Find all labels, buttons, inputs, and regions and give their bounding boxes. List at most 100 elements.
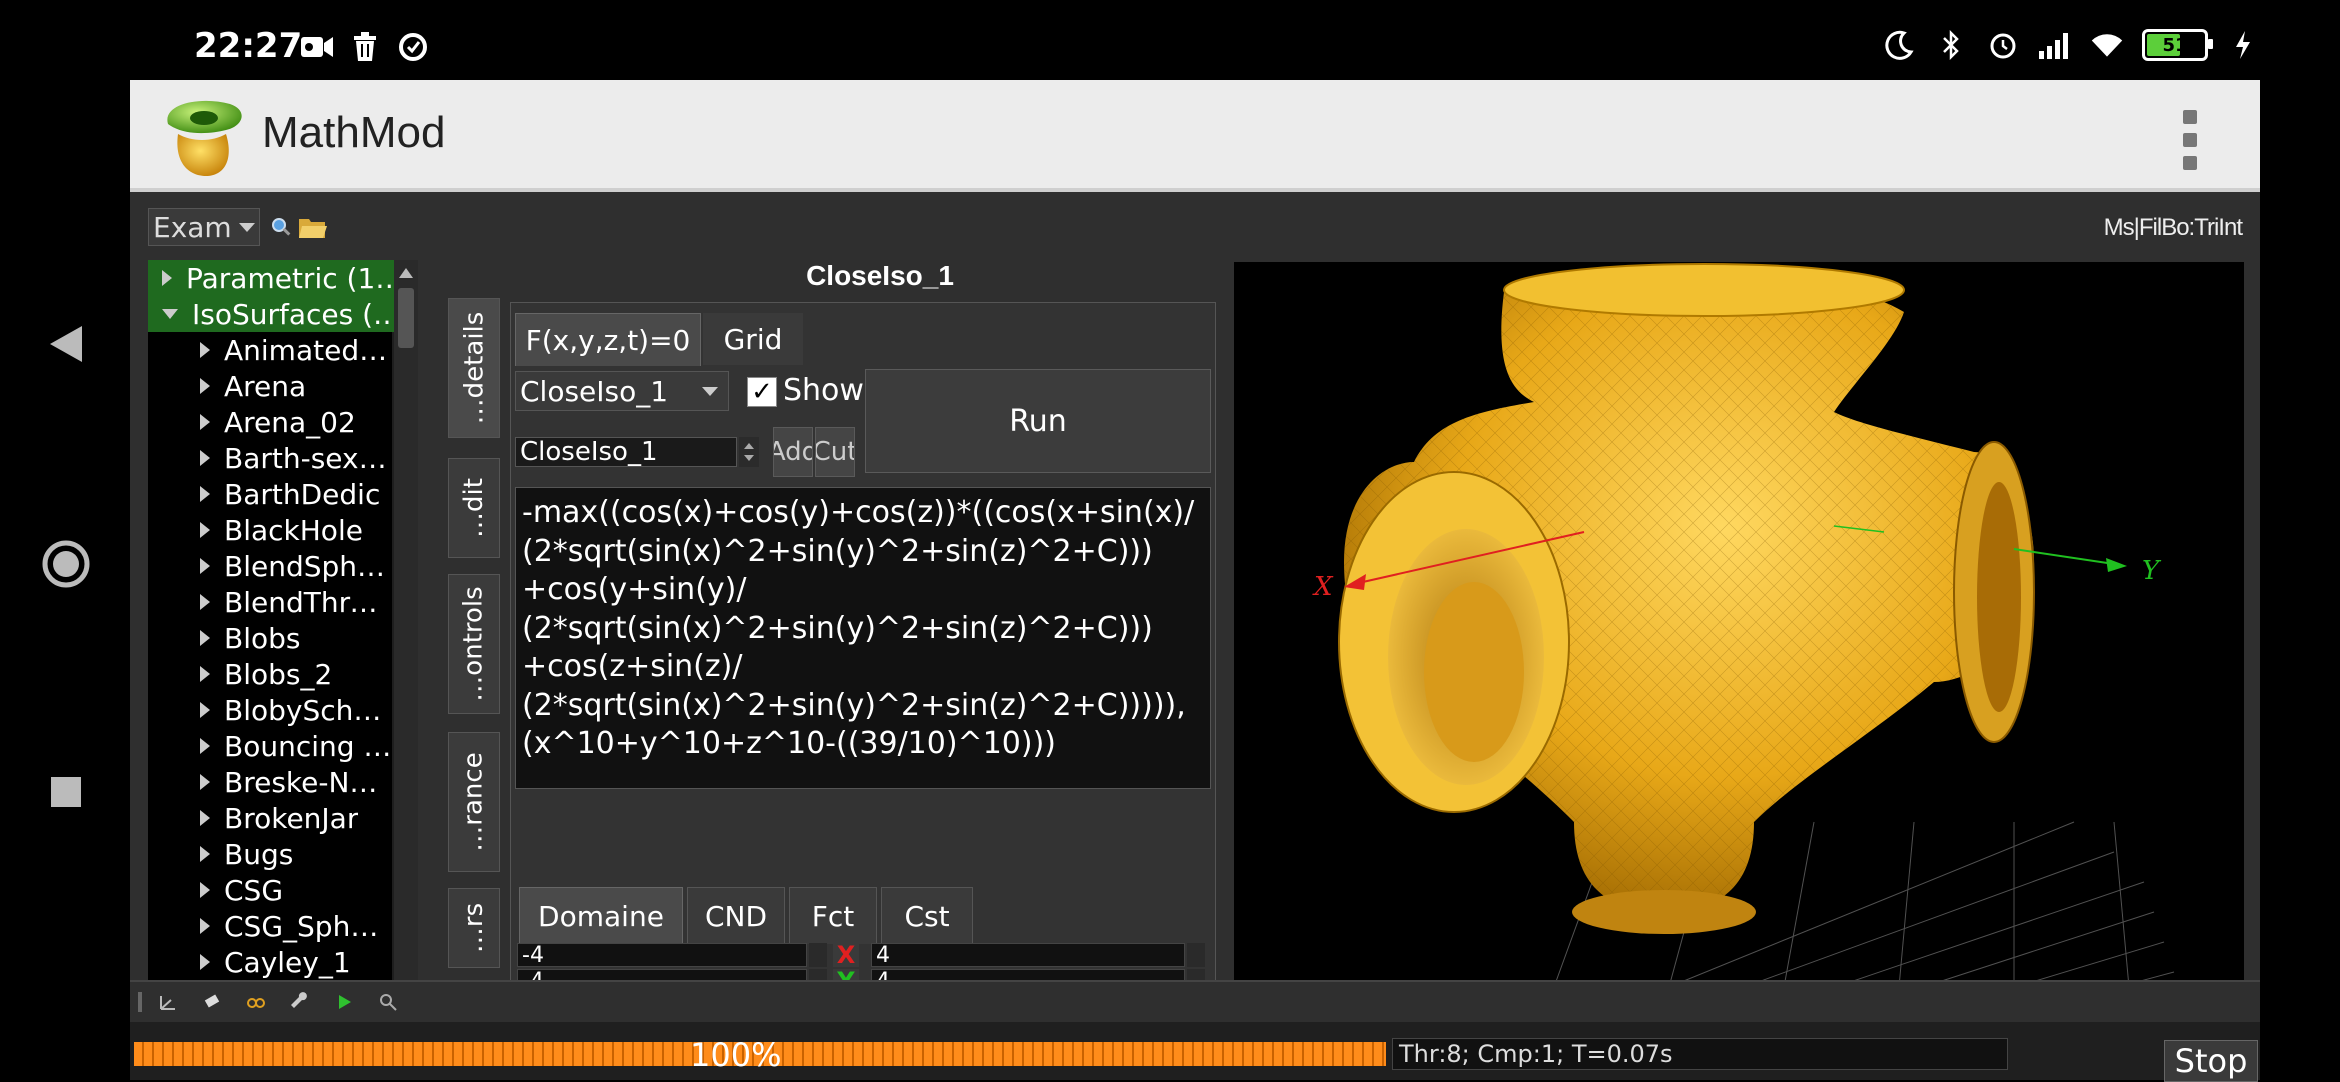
tab-cnd[interactable]: CND — [687, 887, 785, 944]
overflow-menu-icon[interactable] — [2180, 110, 2200, 170]
tree-item[interactable]: Bugs — [148, 836, 392, 872]
chevron-right-icon[interactable] — [200, 378, 210, 394]
chevron-right-icon[interactable] — [200, 738, 210, 754]
domain-row: -4 X 4 — [517, 943, 1211, 968]
tree-category[interactable]: Parametric (1… — [148, 260, 418, 296]
tree-item-label: Blobs — [224, 621, 301, 655]
tree-item-label: Barth-sextic — [224, 441, 392, 475]
tree-item[interactable]: Barth-sextic — [148, 440, 392, 476]
chevron-right-icon[interactable] — [200, 774, 210, 790]
formula-editor[interactable]: -max((cos(x)+cos(y)+cos(z))*((cos(x+sin(… — [515, 487, 1211, 789]
title-bar: MathMod — [130, 80, 2260, 192]
eraser-icon[interactable] — [202, 992, 222, 1012]
axis-tool-icon[interactable] — [158, 992, 178, 1012]
tab-isosurface-equation[interactable]: F(x,y,z,t)=0 — [515, 313, 701, 366]
tree-item[interactable]: Arena_02 — [148, 404, 392, 440]
chevron-down-icon — [702, 387, 718, 396]
domain-min-input[interactable]: -4 — [517, 943, 807, 968]
tree-item-label: CSG — [224, 873, 284, 907]
domain-max-stepper[interactable] — [1187, 943, 1205, 967]
recents-icon[interactable] — [38, 764, 94, 820]
back-icon[interactable] — [38, 316, 94, 372]
chevron-right-icon[interactable] — [200, 414, 210, 430]
chevron-right-icon[interactable] — [200, 810, 210, 826]
editor-panel: F(x,y,z,t)=0 Grid CloseIso_1 ✓ Show Run … — [510, 302, 1216, 1042]
signal-icon — [2038, 28, 2072, 62]
tab-others[interactable]: …rs — [448, 888, 500, 968]
zoom-icon[interactable] — [378, 992, 398, 1012]
tree-item[interactable]: CSG_Sphe… — [148, 908, 392, 944]
tab-edit[interactable]: …dit — [448, 458, 500, 558]
chevron-right-icon[interactable] — [200, 594, 210, 610]
tree-item[interactable]: Animated … — [148, 332, 392, 368]
chevron-right-icon[interactable] — [200, 702, 210, 718]
tab-details[interactable]: …details — [448, 298, 500, 438]
mathmod-logo-icon — [160, 94, 244, 178]
app-window: MathMod Exam| Ms|FilBo:TriInt Parametric… — [130, 80, 2260, 1082]
cut-button[interactable]: Cut — [815, 427, 855, 477]
chevron-right-icon[interactable] — [200, 342, 210, 358]
app-title: MathMod — [262, 108, 446, 157]
tree-item[interactable]: BlendThre… — [148, 584, 392, 620]
tree-item[interactable]: CSG — [148, 872, 392, 908]
progress-label: 100% — [690, 1036, 782, 1074]
tree-category[interactable]: IsoSurfaces (… — [148, 296, 418, 332]
tree-item[interactable]: BlobySch… — [148, 692, 392, 728]
tree-item[interactable]: Cayley_1 — [148, 944, 392, 980]
bluetooth-icon — [1934, 28, 1968, 62]
tree-item[interactable]: BlackHole — [148, 512, 392, 548]
show-label: Show — [783, 373, 864, 408]
add-button[interactable]: Add — [773, 427, 813, 477]
home-icon[interactable] — [38, 536, 94, 592]
chevron-right-icon[interactable] — [200, 450, 210, 466]
tree-item-label: Blobs_2 — [224, 657, 333, 691]
tab-domaine[interactable]: Domaine — [519, 887, 683, 944]
tree-item[interactable]: Breske-No… — [148, 764, 392, 800]
name-field[interactable]: CloseIso_1 — [515, 437, 737, 467]
tree-item[interactable]: BrokenJar — [148, 800, 392, 836]
chevron-right-icon[interactable] — [200, 486, 210, 502]
tree-item-label: BlendThre… — [224, 585, 392, 619]
tab-fct[interactable]: Fct — [789, 887, 877, 944]
chevron-right-icon[interactable] — [200, 558, 210, 574]
tree-item[interactable]: Blobs — [148, 620, 392, 656]
chevron-right-icon[interactable] — [200, 666, 210, 682]
tree-category-label: IsoSurfaces (… — [192, 297, 402, 331]
tab-grid[interactable]: Grid — [703, 313, 803, 365]
tab-controls[interactable]: …ontrols — [448, 574, 500, 714]
run-button[interactable]: Run — [865, 369, 1211, 473]
tab-appearance[interactable]: …rance — [448, 732, 500, 872]
chevron-right-icon[interactable] — [162, 270, 172, 286]
examples-select[interactable]: Exam| — [148, 208, 260, 246]
scroll-thumb[interactable] — [398, 288, 414, 348]
chevron-right-icon[interactable] — [200, 522, 210, 538]
chevron-right-icon[interactable] — [200, 846, 210, 862]
chevron-right-icon[interactable] — [200, 882, 210, 898]
domain-max-input[interactable]: 4 — [871, 943, 1185, 968]
progress-row: 100% Thr:8; Cmp:1; T=0.07s Stop — [130, 1022, 2260, 1082]
tree-item[interactable]: Bouncing … — [148, 728, 392, 764]
view-options-label[interactable]: Ms|FilBo:TriInt — [2104, 214, 2243, 242]
tree-item[interactable]: BarthDedic — [148, 476, 392, 512]
tree-item[interactable]: BlendSph… — [148, 548, 392, 584]
tab-cst[interactable]: Cst — [881, 887, 973, 944]
isosurface-select[interactable]: CloseIso_1 — [515, 371, 729, 411]
folder-open-icon[interactable] — [298, 214, 328, 240]
3d-viewport[interactable]: X Y — [1234, 262, 2244, 1044]
glasses-icon[interactable] — [246, 992, 266, 1012]
chevron-right-icon[interactable] — [200, 918, 210, 934]
name-stepper[interactable] — [739, 437, 759, 467]
chevron-right-icon[interactable] — [200, 630, 210, 646]
scroll-up-icon[interactable] — [399, 268, 413, 278]
play-icon[interactable] — [334, 992, 354, 1012]
tree-item[interactable]: Arena — [148, 368, 392, 404]
search-icon[interactable] — [270, 216, 292, 238]
show-checkbox[interactable]: ✓ — [747, 377, 777, 407]
tree-scrollbar[interactable] — [394, 260, 418, 1048]
chevron-right-icon[interactable] — [200, 954, 210, 970]
domain-min-stepper[interactable] — [809, 943, 827, 967]
chevron-down-icon[interactable] — [162, 309, 178, 319]
tree-item[interactable]: Blobs_2 — [148, 656, 392, 692]
stop-button[interactable]: Stop — [2164, 1040, 2258, 1082]
wrench-icon[interactable] — [290, 992, 310, 1012]
